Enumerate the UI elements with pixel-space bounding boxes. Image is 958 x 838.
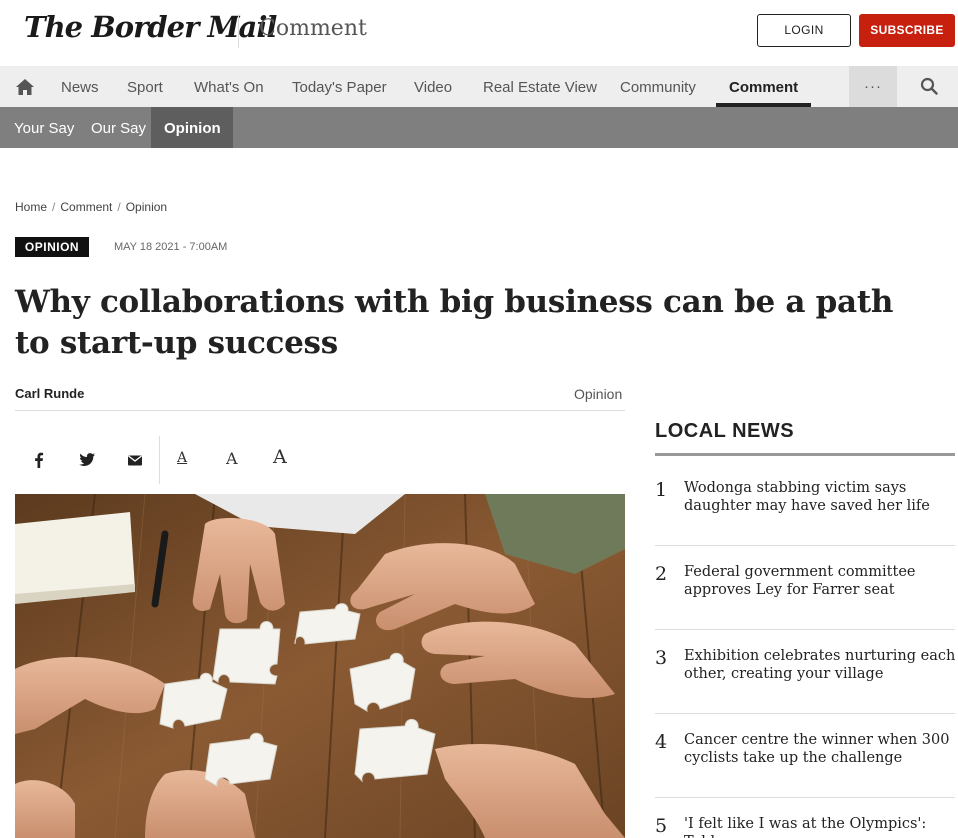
news-headline-link[interactable]: Cancer centre the winner when 300 cyclis…: [684, 731, 958, 767]
nav-item-todays-paper[interactable]: Today's Paper: [292, 66, 387, 107]
nav-item-real-estate-view[interactable]: Real Estate View: [483, 66, 597, 107]
news-headline-link[interactable]: Federal government committee approves Le…: [684, 563, 958, 599]
article-category[interactable]: Opinion: [574, 386, 622, 402]
site-header: The Border Mail Comment LOGIN SUBSCRIBE: [0, 0, 958, 66]
article-hero-image: [15, 494, 625, 838]
breadcrumb-home[interactable]: Home: [15, 200, 47, 214]
breadcrumb-opinion[interactable]: Opinion: [126, 200, 167, 214]
facebook-icon[interactable]: [30, 451, 48, 469]
breadcrumb-comment[interactable]: Comment: [60, 200, 112, 214]
news-rank: 5: [655, 815, 668, 837]
news-headline-link[interactable]: Wodonga stabbing victim says daughter ma…: [684, 479, 958, 515]
news-rank: 1: [655, 479, 668, 501]
news-divider: [655, 797, 955, 798]
nav-item-comment[interactable]: Comment: [729, 66, 798, 107]
sub-nav: Your Say Our Say Opinion: [0, 107, 958, 148]
news-headline-link[interactable]: 'I felt like I was at the Olympics': Tab…: [684, 815, 958, 838]
news-rank: 3: [655, 647, 668, 669]
section-title[interactable]: Comment: [259, 16, 367, 41]
article-date: MAY 18 2021 - 7:00AM: [114, 241, 228, 253]
toolbar-divider: [159, 436, 160, 484]
byline-divider: [15, 410, 625, 411]
header-divider: [238, 14, 239, 48]
puzzle-photo: [15, 494, 625, 838]
article-author[interactable]: Carl Runde: [15, 386, 84, 401]
news-rank: 4: [655, 731, 668, 753]
subscribe-button[interactable]: SUBSCRIBE: [859, 14, 955, 47]
font-size-medium-button[interactable]: A: [226, 449, 238, 468]
article-tag[interactable]: OPINION: [15, 237, 89, 257]
breadcrumb: Home / Comment / Opinion: [15, 200, 167, 214]
search-icon[interactable]: [920, 77, 938, 95]
font-size-large-button[interactable]: A: [273, 446, 287, 468]
news-rank: 2: [655, 563, 668, 585]
nav-item-sport[interactable]: Sport: [127, 66, 163, 107]
home-icon[interactable]: [15, 78, 35, 96]
news-headline-link[interactable]: Exhibition celebrates nurturing each oth…: [684, 647, 958, 683]
twitter-icon[interactable]: [78, 451, 96, 469]
nav-item-video[interactable]: Video: [414, 66, 452, 107]
news-divider: [655, 629, 955, 630]
primary-nav: News Sport What's On Today's Paper Video…: [0, 66, 958, 107]
nav-item-community[interactable]: Community: [620, 66, 696, 107]
breadcrumb-separator: /: [52, 200, 56, 214]
nav-item-whats-on[interactable]: What's On: [194, 66, 264, 107]
email-icon[interactable]: [126, 451, 144, 469]
breadcrumb-separator: /: [117, 200, 121, 214]
article-headline: Why collaborations with big business can…: [15, 284, 894, 361]
subnav-item-our-say[interactable]: Our Say: [91, 107, 146, 148]
more-menu-button[interactable]: ···: [849, 66, 897, 107]
news-divider: [655, 713, 955, 714]
news-divider: [655, 545, 955, 546]
nav-item-news[interactable]: News: [61, 66, 99, 107]
local-news-heading: LOCAL NEWS: [655, 420, 795, 442]
font-size-small-button[interactable]: A: [177, 450, 187, 466]
subnav-item-opinion[interactable]: Opinion: [164, 107, 221, 148]
local-news-rule: [655, 453, 955, 456]
login-button[interactable]: LOGIN: [757, 14, 851, 47]
subnav-item-your-say[interactable]: Your Say: [14, 107, 74, 148]
